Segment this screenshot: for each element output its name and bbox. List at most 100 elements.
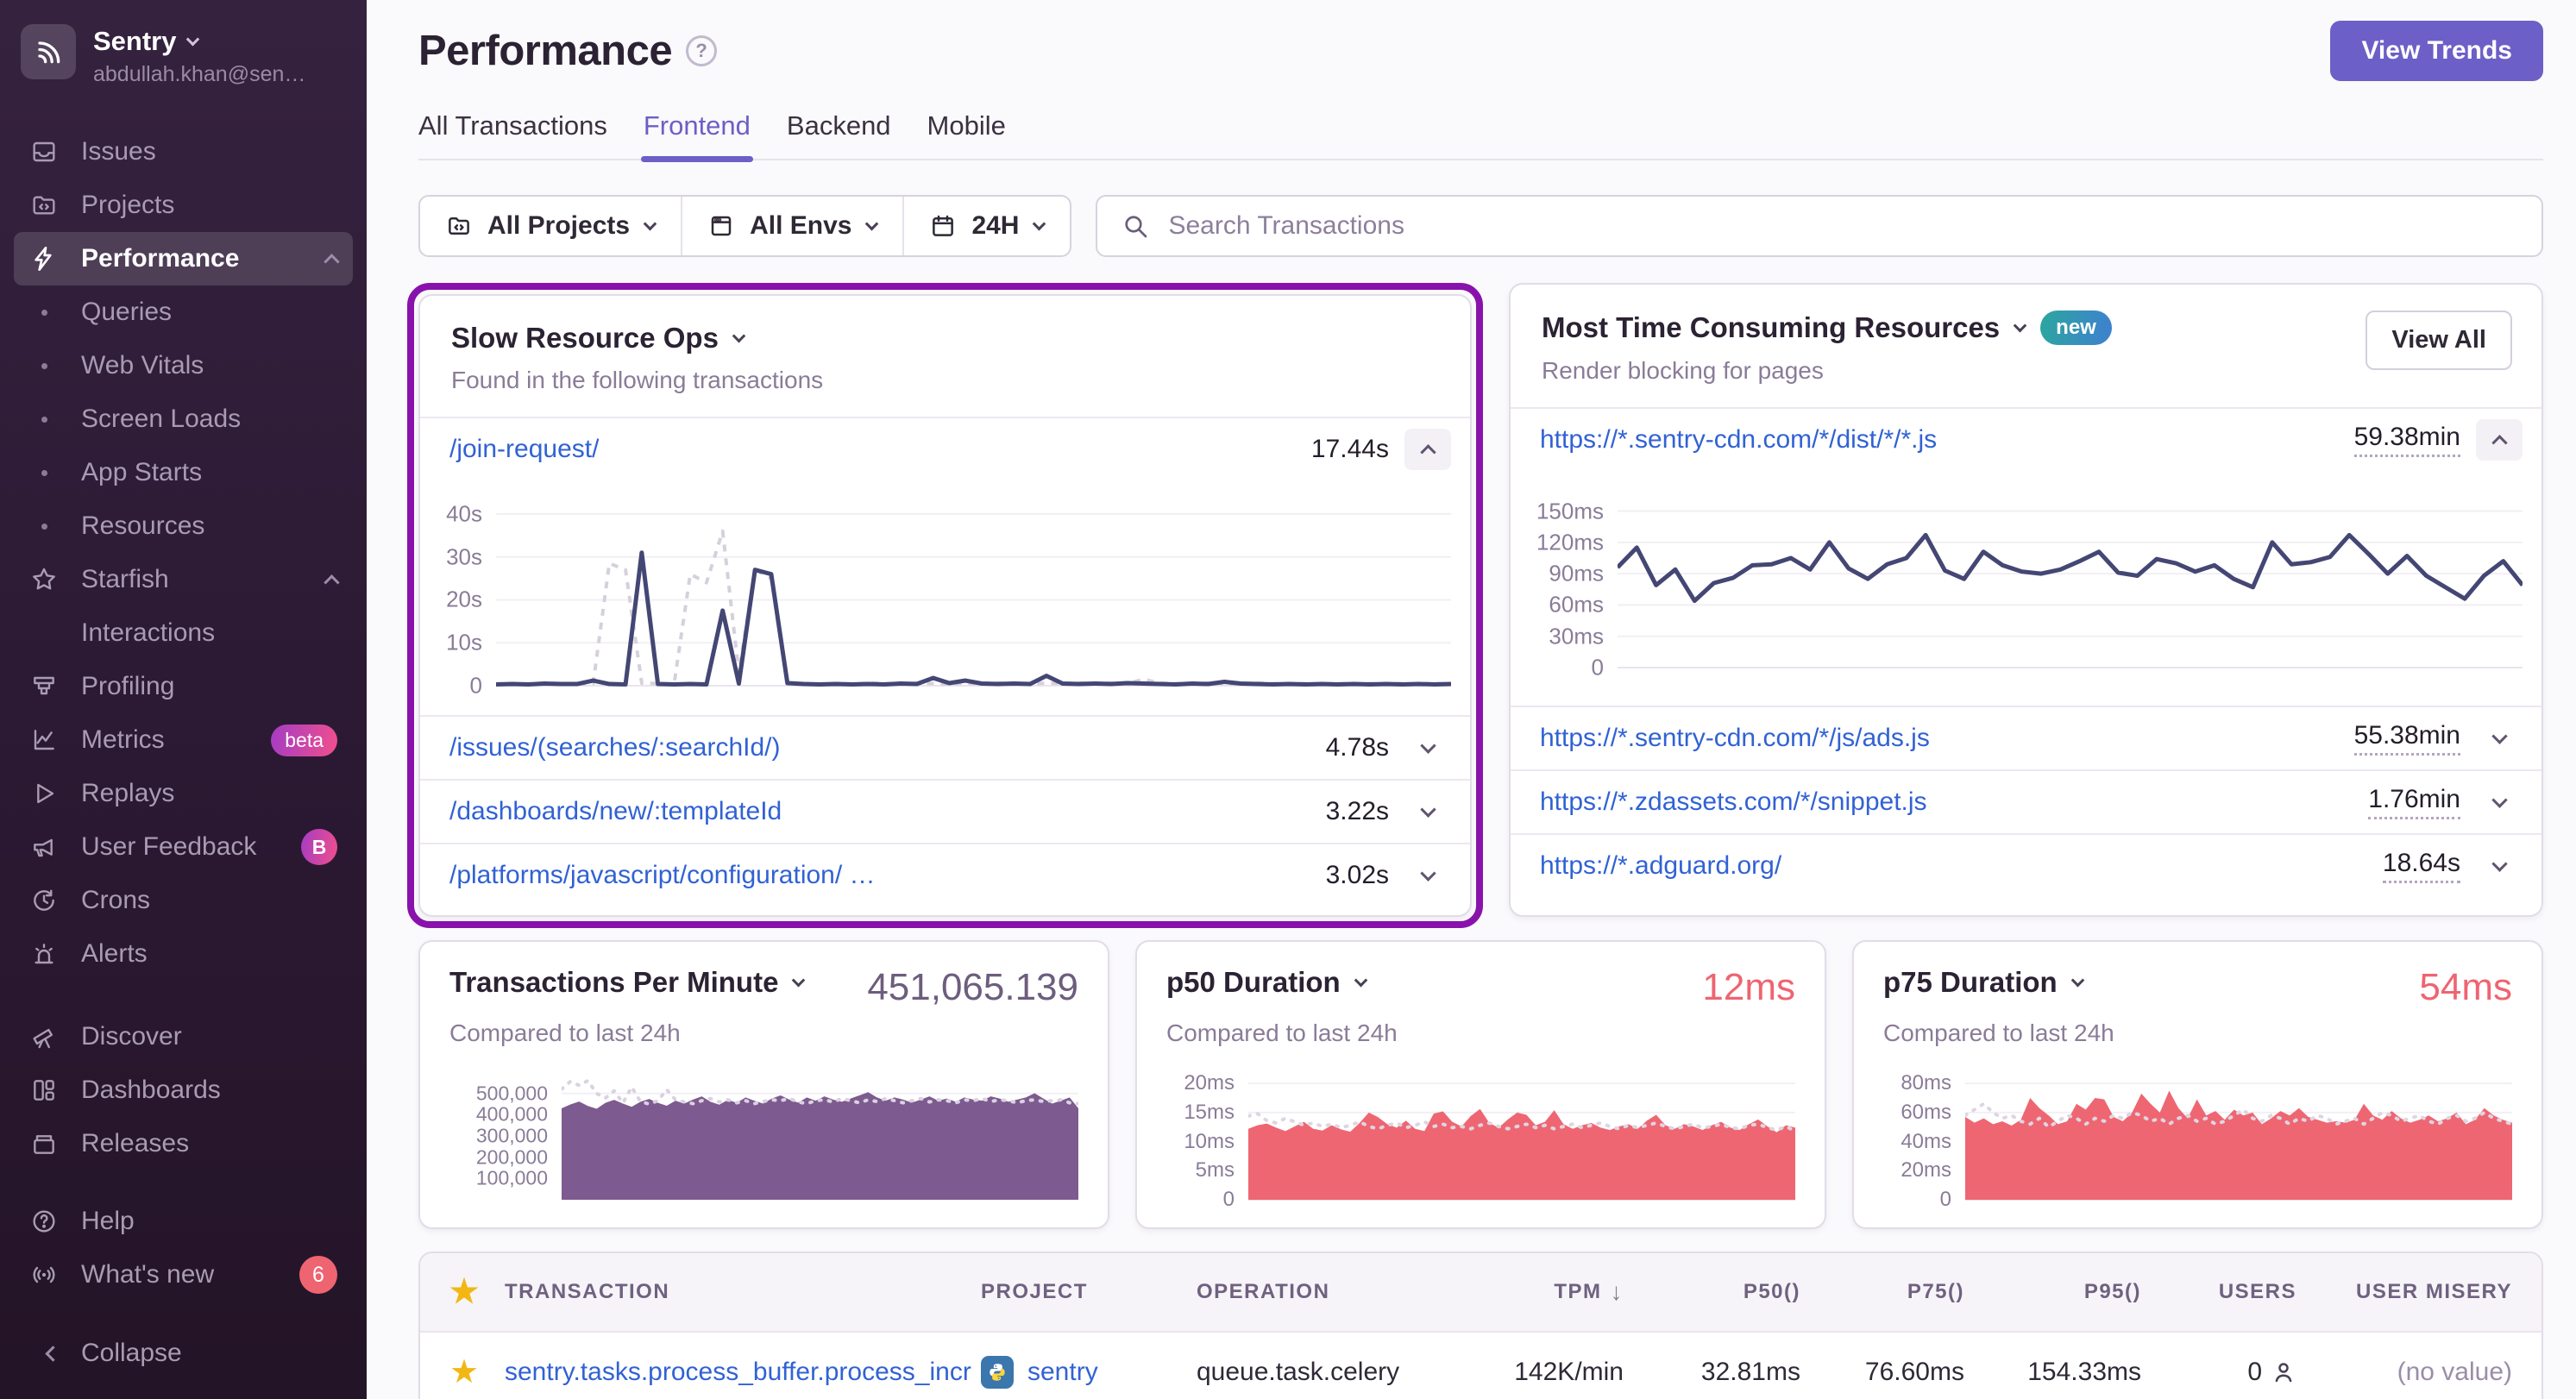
sidebar-item-whats-new[interactable]: What's new 6 [14,1248,353,1302]
sidebar-item-alerts[interactable]: Alerts [14,927,353,981]
slow-ops-chart: 40s30s20s10s0 [424,484,1451,715]
resource-link[interactable]: https://*.sentry-cdn.com/*/dist/*/*.js [1540,425,1937,455]
folder-code-icon [446,213,472,239]
expand-row-button[interactable] [2476,781,2523,823]
transaction-link[interactable]: /platforms/javascript/configuration/ … [449,861,876,890]
view-all-button[interactable]: View All [2366,311,2512,370]
transaction-link[interactable]: /issues/(searches/:searchId/) [449,733,780,762]
sidebar-item-queries[interactable]: Queries [14,285,353,339]
transaction-row: /dashboards/new/:templateId 3.22s [420,779,1470,843]
sidebar-item-dashboards[interactable]: Dashboards [14,1063,353,1117]
expand-row-button[interactable] [1404,791,1451,832]
y-axis-labels: 20ms15ms10ms5ms0 [1166,1064,1248,1211]
sidebar-item-web-vitals[interactable]: Web Vitals [14,339,353,392]
card-title[interactable]: Transactions Per Minute [449,966,803,999]
col-p95[interactable]: P95() [1964,1280,2141,1304]
projects-filter[interactable]: All Projects [420,197,681,255]
duration-value: 3.22s [1326,797,1389,826]
bullet-icon [41,417,47,423]
expand-row-button[interactable] [1404,855,1451,896]
chevron-down-icon [2014,318,2027,332]
star-icon [29,565,59,594]
sidebar-item-discover[interactable]: Discover [14,1010,353,1063]
star-icon[interactable]: ★ [449,1274,481,1310]
widget-panels: Slow Resource Ops Found in the following… [407,283,2543,928]
expand-row-button[interactable] [2476,718,2523,759]
resource-link[interactable]: https://*.zdassets.com/*/snippet.js [1540,787,1927,817]
help-icon[interactable]: ? [686,35,717,66]
question-circle-icon [29,1207,59,1236]
card-subtitle: Compared to last 24h [1883,1019,2512,1047]
collapse-row-button[interactable] [2476,419,2523,461]
panel-title[interactable]: Slow Resource Ops [451,322,1439,354]
date-range-filter[interactable]: 24H [902,197,1070,255]
tab-backend[interactable]: Backend [787,110,891,159]
transaction-row: /issues/(searches/:searchId/) 4.78s [420,715,1470,779]
org-name: Sentry [93,26,176,57]
environment-filter[interactable]: All Envs [681,197,902,255]
siren-icon [29,939,59,969]
tab-frontend[interactable]: Frontend [644,110,751,159]
sidebar-item-app-starts[interactable]: App Starts [14,446,353,499]
sidebar-item-metrics[interactable]: Metrics beta [14,713,353,767]
bullet-icon [41,363,47,369]
col-user-misery[interactable]: USER MISERY [2296,1280,2512,1304]
sidebar-item-replays[interactable]: Replays [14,767,353,820]
page-filter-group: All Projects All Envs 24H [418,195,1071,257]
sidebar-item-performance[interactable]: Performance [14,232,353,285]
search-icon [1122,212,1149,240]
metric-cards: Transactions Per Minute 451,065.139 Comp… [418,940,2543,1229]
sidebar-item-issues[interactable]: Issues [14,125,353,179]
sidebar-item-projects[interactable]: Projects [14,179,353,232]
sidebar-item-starfish[interactable]: Starfish [14,553,353,606]
card-title[interactable]: p50 Duration [1166,966,1366,999]
clock-rotate-icon [29,886,59,915]
collapse-row-button[interactable] [1404,429,1451,470]
chart-line-icon [29,725,59,755]
sidebar-item-screen-loads[interactable]: Screen Loads [14,392,353,446]
sidebar-item-help[interactable]: Help [14,1195,353,1248]
sidebar-item-profiling[interactable]: Profiling [14,660,353,713]
card-title[interactable]: p75 Duration [1883,966,2083,999]
sidebar-item-releases[interactable]: Releases [14,1117,353,1170]
col-p50[interactable]: P50() [1624,1280,1800,1304]
transaction-row: /join-request/ 17.44s [420,417,1470,480]
col-transaction[interactable]: TRANSACTION [505,1280,981,1304]
col-users[interactable]: USERS [2141,1280,2296,1304]
expand-row-button[interactable] [1404,727,1451,769]
resource-link[interactable]: https://*.adguard.org/ [1540,851,1781,881]
project-link[interactable]: sentry [1027,1358,1098,1387]
view-trends-button[interactable]: View Trends [2330,21,2543,81]
transaction-link[interactable]: /join-request/ [449,435,599,464]
sidebar-item-resources[interactable]: Resources [14,499,353,553]
card-subtitle: Compared to last 24h [449,1019,1078,1047]
sidebar-collapse-button[interactable]: Collapse [14,1327,353,1380]
col-operation[interactable]: OPERATION [1197,1280,1460,1304]
lightning-icon [29,244,59,273]
time-value: 55.38min [2354,721,2460,756]
col-project[interactable]: PROJECT [981,1280,1197,1304]
tab-mobile[interactable]: Mobile [927,110,1006,159]
tab-bar: All Transactions Frontend Backend Mobile [418,110,2543,160]
inbox-icon [29,137,59,166]
col-tpm[interactable]: TPM↓ [1460,1278,1624,1306]
transaction-link[interactable]: sentry.tasks.process_buffer.process_incr [505,1358,971,1386]
col-p75[interactable]: P75() [1800,1280,1964,1304]
org-header[interactable]: Sentry abdullah.khan@sen… [0,0,367,96]
resource-link[interactable]: https://*.sentry-cdn.com/*/js/ads.js [1540,724,1930,753]
panel-subtitle: Found in the following transactions [451,367,1439,394]
tab-all-transactions[interactable]: All Transactions [418,110,607,159]
slow-resource-ops-highlight: Slow Resource Ops Found in the following… [407,283,1483,928]
table-header: ★ TRANSACTION PROJECT OPERATION TPM↓ P50… [420,1253,2541,1333]
transaction-link[interactable]: /dashboards/new/:templateId [449,797,782,826]
star-icon[interactable]: ★ [449,1354,479,1390]
sidebar-item-crons[interactable]: Crons [14,874,353,927]
chart-plot [1965,1064,2512,1211]
sidebar-item-interactions[interactable]: Interactions [14,606,353,660]
megaphone-icon [29,832,59,862]
sidebar-item-user-feedback[interactable]: User Feedback B [14,820,353,874]
search-input[interactable] [1166,210,2517,242]
resources-chart: 150ms120ms90ms60ms30ms0 [1514,474,2523,706]
expand-row-button[interactable] [2476,845,2523,887]
folder-code-icon [29,191,59,220]
